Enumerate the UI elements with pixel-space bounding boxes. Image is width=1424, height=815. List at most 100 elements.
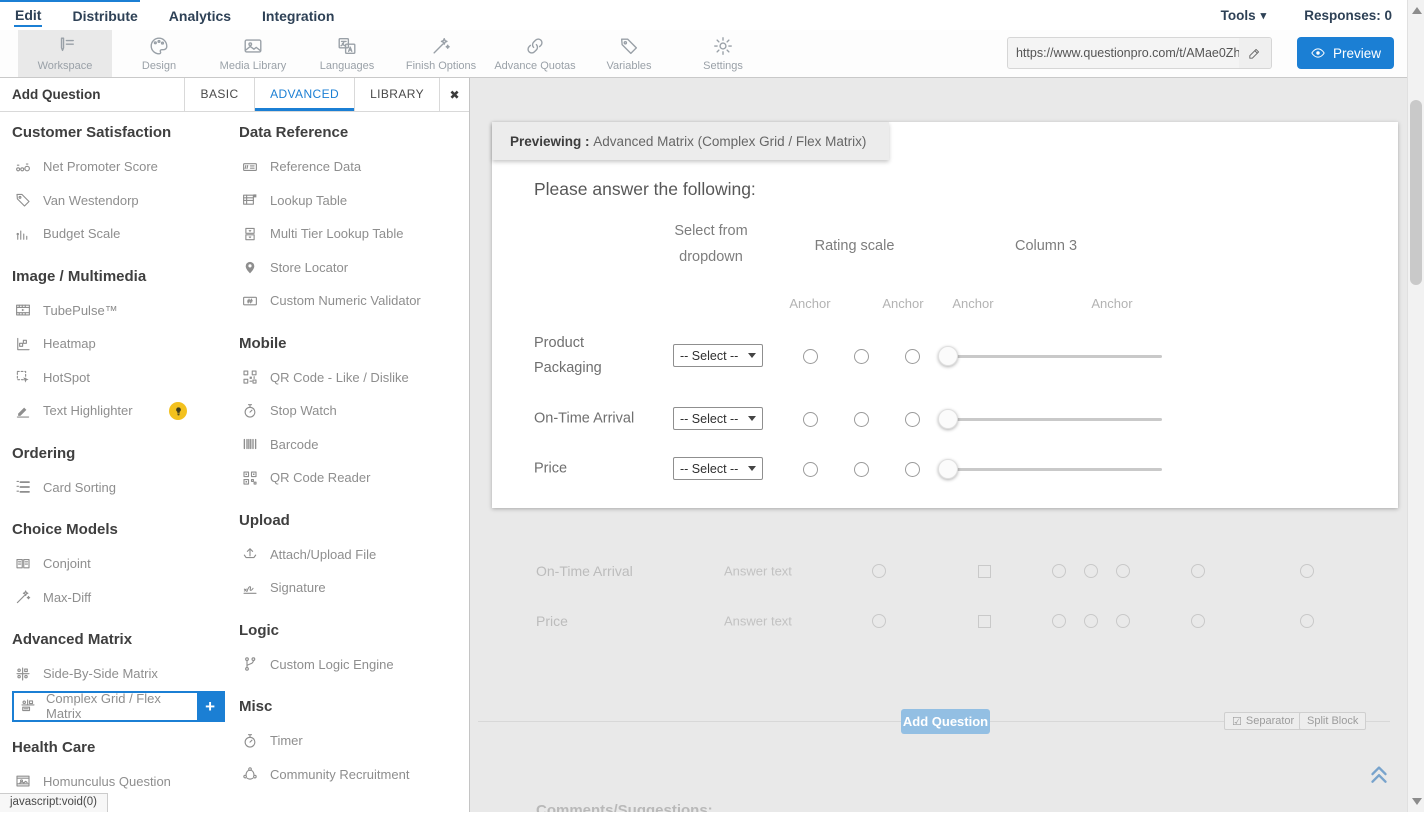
responses-count[interactable]: Responses: 0 [1304,8,1392,23]
question-type-label: Van Westendorp [43,193,139,208]
slider-handle[interactable] [938,409,958,429]
radio-button[interactable] [854,349,869,364]
question-type-text-highlighter[interactable]: Text Highlighter [12,394,239,428]
split-block-button[interactable]: Split Block [1299,712,1366,730]
section-title: Image / Multimedia [12,268,239,286]
question-type-custom-logic-engine[interactable]: Custom Logic Engine [239,648,466,682]
matrix-row-label: Product Packaging [534,331,646,381]
question-type-tubepulse[interactable]: TubePulse™ [12,294,239,328]
question-type-reference-data[interactable]: Reference Data [239,150,466,184]
question-type-side-by-side-matrix[interactable]: Side-By-Side Matrix [12,657,239,691]
question-type-timer[interactable]: Timer [239,724,466,758]
survey-url[interactable]: https://www.questionpro.com/t/AMae0Zhr [1008,46,1239,60]
nav-item-analytics[interactable]: Analytics [168,4,232,26]
toolbar-item-settings[interactable]: Settings [676,30,770,77]
radio-button[interactable] [803,462,818,477]
scroll-to-top-button[interactable] [1366,760,1392,791]
question-type-heatmap[interactable]: Heatmap [12,327,239,361]
question-type-label: Custom Numeric Validator [270,293,421,308]
toolbar-item-variables[interactable]: Variables [582,30,676,77]
radio-button[interactable] [854,462,869,477]
question-type-custom-numeric-validator[interactable]: Custom Numeric Validator [239,284,466,318]
radio-button[interactable] [803,349,818,364]
homunculus-icon [14,772,32,790]
scrollbar-down-arrow-icon[interactable] [1412,798,1422,805]
question-type-van-westendorp[interactable]: Van Westendorp [12,184,239,218]
complex-grid-icon [19,697,37,715]
matrix-column-header: Rating scale [797,233,912,259]
grid-matrix-icon [14,665,32,683]
preview-button[interactable]: Preview [1297,37,1394,69]
tab-basic[interactable]: BASIC [184,78,254,111]
select-dropdown[interactable]: -- Select -- [673,457,763,480]
question-type-net-promoter-score[interactable]: Net Promoter Score [12,150,239,184]
close-panel-button[interactable]: ✖ [439,78,469,111]
question-type-hotspot[interactable]: HotSpot [12,361,239,395]
matrix-row-label: Price [534,457,646,482]
radio-button[interactable] [803,412,818,427]
question-type-label: Lookup Table [270,193,347,208]
question-type-signature[interactable]: Signature [239,571,466,605]
toolbar-item-design[interactable]: Design [112,30,206,77]
radio-button[interactable] [905,412,920,427]
nav-item-integration[interactable]: Integration [261,4,335,26]
question-type-max-diff[interactable]: Max-Diff [12,581,239,615]
section-title: Ordering [12,445,239,463]
question-type-complex-grid-flex-matrix[interactable]: Complex Grid / Flex Matrix+ [12,691,225,722]
barcode-icon [241,435,259,453]
section-title: Mobile [239,335,466,353]
editor-row-label: On-Time Arrival [536,563,633,579]
toolbar-item-media-library[interactable]: Media Library [206,30,300,77]
question-type-store-locator[interactable]: Store Locator [239,251,466,285]
tab-advanced[interactable]: ADVANCED [254,78,354,111]
slider-track[interactable] [948,418,1162,421]
toolbar-item-finish-options[interactable]: Finish Options [394,30,488,77]
question-type-card-sorting[interactable]: Card Sorting [12,471,239,505]
edit-url-button[interactable] [1239,38,1271,68]
question-type-budget-scale[interactable]: Budget Scale [12,217,239,251]
nps-icon [14,158,32,176]
question-type-qr-code-reader[interactable]: QR Code Reader [239,461,466,495]
question-type-barcode[interactable]: Barcode [239,428,466,462]
select-dropdown[interactable]: -- Select -- [673,344,763,367]
slider-track[interactable] [948,355,1162,358]
slider-handle[interactable] [938,459,958,479]
question-type-lookup-table[interactable]: Lookup Table [239,184,466,218]
question-title: Please answer the following: [534,179,756,200]
radio-button [872,614,886,628]
section-title: Misc [239,698,466,716]
answer-text-label: Answer text [724,564,792,579]
scrollbar-up-arrow-icon[interactable] [1412,7,1422,14]
radio-button[interactable] [854,412,869,427]
question-type-community-recruitment[interactable]: Community Recruitment [239,758,466,792]
slider-handle[interactable] [938,346,958,366]
toolbar-item-advance-quotas[interactable]: Advance Quotas [488,30,582,77]
add-selected-question-button[interactable]: + [197,693,223,720]
nav-item-distribute[interactable]: Distribute [71,4,138,26]
toolbar-item-workspace[interactable]: Workspace [18,30,112,77]
question-type-multi-tier-lookup-table[interactable]: Multi Tier Lookup Table [239,217,466,251]
toolbar-item-label: Media Library [220,60,287,72]
radio-button[interactable] [905,462,920,477]
scrollbar-thumb[interactable] [1410,100,1422,285]
question-type-stop-watch[interactable]: Stop Watch [239,394,466,428]
add-question-button[interactable]: Add Question [901,709,990,734]
tools-menu[interactable]: Tools ▾ [1221,8,1267,23]
nav-item-edit[interactable]: Edit [14,3,42,27]
question-type-column-1: Customer SatisfactionNet Promoter ScoreV… [12,124,239,815]
question-type-label: Timer [270,733,303,748]
translate-icon [336,35,358,57]
tab-library[interactable]: LIBRARY [354,78,439,111]
toolbar-item-languages[interactable]: Languages [300,30,394,77]
page-scrollbar[interactable] [1407,0,1424,812]
radio-button[interactable] [905,349,920,364]
slider-track[interactable] [948,468,1162,471]
question-type-attach-upload-file[interactable]: Attach/Upload File [239,538,466,572]
separator-button[interactable]: ☑Separator [1224,712,1302,730]
select-value: -- Select -- [680,462,738,476]
select-dropdown[interactable]: -- Select -- [673,407,763,430]
qr-reader-icon [241,469,259,487]
section-upload: UploadAttach/Upload FileSignature [239,512,466,605]
question-type-conjoint[interactable]: Conjoint [12,547,239,581]
question-type-qr-code-like-dislike[interactable]: QR Code - Like / Dislike [239,361,466,395]
